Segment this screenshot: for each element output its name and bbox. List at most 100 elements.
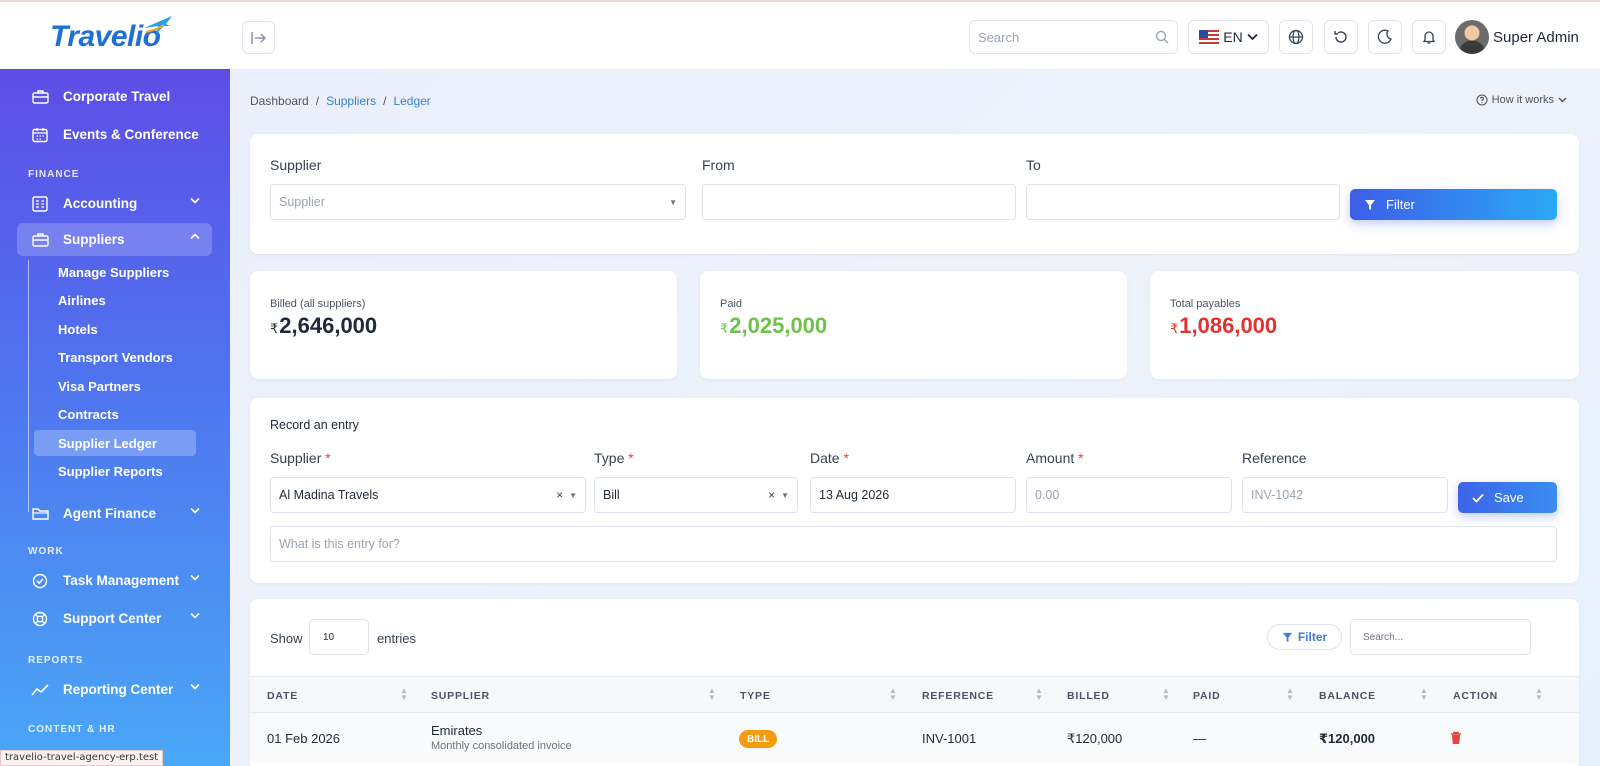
global-search-input[interactable] bbox=[978, 29, 1148, 45]
column-header-billed[interactable]: BILLED bbox=[1067, 690, 1110, 702]
required-mark: * bbox=[843, 450, 849, 466]
funnel-icon bbox=[1365, 199, 1375, 210]
sidebar-item-label: Support Center bbox=[63, 611, 162, 626]
breadcrumb-suppliers[interactable]: Suppliers bbox=[326, 94, 376, 108]
sidebar-item-corporate-travel[interactable]: Corporate Travel bbox=[17, 80, 212, 113]
sidebar-subitem-contracts[interactable]: Contracts bbox=[34, 401, 196, 427]
ledger-table-card: Show 10 entries Filter DATE ▲▼ SUPPLIER … bbox=[250, 599, 1579, 766]
payables-stat-card: Total payables ₹1,086,000 bbox=[1150, 271, 1579, 379]
entry-type-value: Bill bbox=[603, 488, 620, 502]
column-header-paid[interactable]: PAID bbox=[1193, 690, 1221, 702]
sidebar-subitem-hotels[interactable]: Hotels bbox=[34, 316, 196, 342]
sidebar-item-label: Task Management bbox=[63, 573, 180, 588]
column-header-type[interactable]: TYPE bbox=[740, 690, 771, 702]
section-label-reports: REPORTS bbox=[28, 655, 84, 666]
sort-icon[interactable]: ▲ ▼ bbox=[1535, 687, 1543, 702]
filter-supplier-select[interactable]: Supplier ▼ bbox=[270, 184, 686, 220]
how-it-works-toggle[interactable]: How it works bbox=[1476, 94, 1567, 106]
refresh-button[interactable] bbox=[1324, 20, 1358, 54]
sidebar-item-task-management[interactable]: Task Management bbox=[17, 564, 212, 597]
required-mark: * bbox=[628, 450, 634, 466]
suppliers-icon bbox=[31, 231, 49, 249]
paid-amount: 2,025,000 bbox=[729, 313, 828, 338]
clear-icon[interactable]: × bbox=[768, 488, 775, 502]
entry-description-placeholder: What is this entry for? bbox=[279, 537, 400, 551]
sort-icon[interactable]: ▲ ▼ bbox=[708, 687, 716, 702]
sidebar-subitem-visa-partners[interactable]: Visa Partners bbox=[34, 373, 196, 399]
sidebar-subitem-airlines[interactable]: Airlines bbox=[34, 287, 196, 313]
sidebar-item-label: Agent Finance bbox=[63, 506, 157, 521]
entry-type-select[interactable]: Bill × ▼ bbox=[594, 477, 798, 513]
entry-date-input[interactable]: 13 Aug 2026 bbox=[810, 477, 1016, 513]
theme-toggle-button[interactable] bbox=[1368, 20, 1402, 54]
billed-stat-card: Billed (all suppliers) ₹2,646,000 bbox=[250, 271, 677, 379]
chevron-down-icon bbox=[1558, 97, 1567, 103]
page-size-select[interactable]: 10 bbox=[309, 619, 369, 655]
check-circle-icon bbox=[31, 572, 49, 590]
trend-line-icon bbox=[31, 681, 49, 699]
notifications-button[interactable] bbox=[1412, 20, 1446, 54]
sidebar-subitem-manage-suppliers[interactable]: Manage Suppliers bbox=[34, 259, 196, 285]
save-button[interactable]: Save bbox=[1458, 482, 1557, 513]
sidebar-item-reporting-center[interactable]: Reporting Center bbox=[17, 673, 212, 706]
table-search-input[interactable] bbox=[1363, 631, 1513, 643]
entry-supplier-select[interactable]: Al Madina Travels × ▼ bbox=[270, 477, 586, 513]
sidebar-subitem-transport-vendors[interactable]: Transport Vendors bbox=[34, 344, 196, 370]
entry-description-input[interactable]: What is this entry for? bbox=[270, 526, 1557, 562]
paid-label: Paid bbox=[720, 298, 743, 310]
breadcrumb-dashboard[interactable]: Dashboard bbox=[250, 94, 309, 108]
global-search[interactable] bbox=[969, 20, 1178, 54]
cell-balance: ₹120,000 bbox=[1319, 731, 1376, 746]
globe-button[interactable] bbox=[1279, 20, 1313, 54]
travelio-logo[interactable]: Travelio bbox=[50, 16, 180, 58]
avatar[interactable] bbox=[1455, 20, 1489, 54]
filter-from-date-input[interactable] bbox=[702, 184, 1016, 220]
breadcrumb: Dashboard / Suppliers / Ledger bbox=[250, 94, 431, 108]
column-header-supplier[interactable]: SUPPLIER bbox=[431, 690, 490, 702]
sort-icon[interactable]: ▲ ▼ bbox=[1162, 687, 1170, 702]
table-search[interactable] bbox=[1350, 619, 1531, 655]
required-mark: * bbox=[325, 450, 331, 466]
sort-icon[interactable]: ▲ ▼ bbox=[889, 687, 897, 702]
billed-amount: 2,646,000 bbox=[279, 313, 378, 338]
sidebar-item-agent-finance[interactable]: Agent Finance bbox=[17, 497, 212, 530]
chevron-up-icon bbox=[190, 233, 200, 240]
column-header-reference[interactable]: REFERENCE bbox=[922, 690, 994, 702]
sidebar-subitem-supplier-reports[interactable]: Supplier Reports bbox=[34, 458, 196, 484]
entry-amount-input[interactable]: 0.00 bbox=[1026, 477, 1232, 513]
payables-label: Total payables bbox=[1170, 298, 1241, 310]
sidebar-item-accounting[interactable]: Accounting bbox=[17, 187, 212, 220]
collapse-sidebar-icon bbox=[250, 31, 266, 44]
sidebar-collapse-button[interactable] bbox=[242, 21, 275, 54]
language-selector[interactable]: EN bbox=[1188, 20, 1269, 54]
breadcrumb-ledger[interactable]: Ledger bbox=[393, 94, 430, 108]
search-icon[interactable] bbox=[1155, 30, 1169, 44]
chevron-down-icon bbox=[1247, 33, 1258, 41]
column-header-balance[interactable]: BALANCE bbox=[1319, 690, 1376, 702]
filter-button[interactable]: Filter bbox=[1350, 189, 1557, 220]
sort-icon[interactable]: ▲ ▼ bbox=[1420, 687, 1428, 702]
entry-reference-input[interactable]: INV-1042 bbox=[1242, 477, 1448, 513]
sort-icon[interactable]: ▲ ▼ bbox=[400, 687, 408, 702]
clear-icon[interactable]: × bbox=[556, 488, 563, 502]
sort-icon[interactable]: ▲ ▼ bbox=[1035, 687, 1043, 702]
ledger-icon bbox=[31, 195, 49, 213]
record-entry-card: Record an entry Supplier * Al Madina Tra… bbox=[250, 398, 1579, 583]
sort-icon[interactable]: ▲ ▼ bbox=[1286, 687, 1294, 702]
sidebar-item-support-center[interactable]: Support Center bbox=[17, 602, 212, 635]
table-header: DATE ▲ ▼ SUPPLIER ▲ ▼ TYPE ▲ ▼ REFERENCE ▲ ▼… bbox=[250, 676, 1579, 713]
user-name[interactable]: Super Admin bbox=[1493, 29, 1579, 46]
delete-button[interactable] bbox=[1450, 731, 1462, 750]
table-filter-button[interactable]: Filter bbox=[1267, 624, 1342, 650]
table-row[interactable]: 01 Feb 2026 Emirates Monthly consolidate… bbox=[250, 713, 1579, 763]
sidebar-subitem-supplier-ledger[interactable]: Supplier Ledger bbox=[34, 430, 196, 456]
column-header-date[interactable]: DATE bbox=[267, 690, 298, 702]
sidebar-item-suppliers[interactable]: Suppliers bbox=[17, 223, 212, 256]
funnel-icon bbox=[1282, 632, 1292, 642]
entry-reference-label: Reference bbox=[1242, 450, 1307, 466]
cell-supplier-note: Monthly consolidated invoice bbox=[431, 740, 572, 752]
filter-to-date-input[interactable] bbox=[1026, 184, 1340, 220]
filter-button-label: Filter bbox=[1386, 197, 1415, 212]
sidebar-item-events-conference[interactable]: Events & Conference bbox=[17, 118, 212, 151]
currency-symbol: ₹ bbox=[1170, 321, 1179, 336]
